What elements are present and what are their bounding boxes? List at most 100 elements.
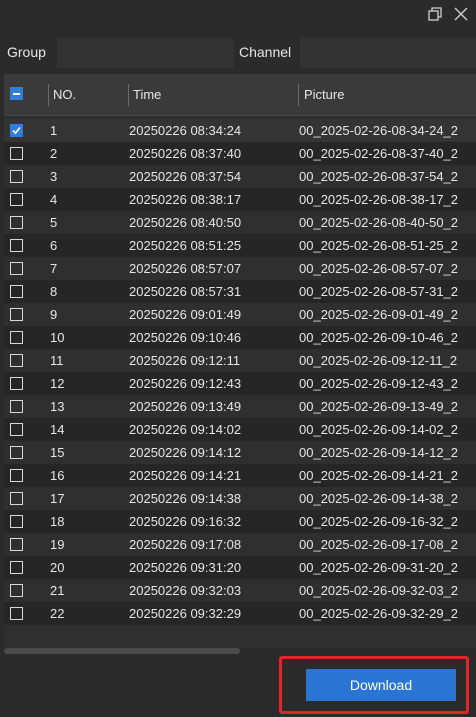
table-row[interactable]: 1 20250226 08:34:24 00_2025-02-26-08-34-24… — [4, 119, 476, 142]
row-checkbox[interactable] — [10, 147, 23, 160]
checkbox-icon — [10, 170, 23, 183]
row-checkbox[interactable] — [10, 239, 23, 252]
download-button[interactable]: Download — [306, 669, 456, 701]
table-row[interactable]: 22 20250226 09:32:29 00_2025-02-26-09-32-2… — [4, 602, 476, 625]
picture-table: NO. Time Picture 1 20250226 08:34:24 00_20… — [4, 74, 476, 654]
cell-no: 16 — [50, 468, 65, 483]
cell-picture: 00_2025-02-26-09-14-12_2 — [299, 445, 459, 460]
column-header-picture[interactable]: Picture — [304, 74, 344, 116]
checkbox-icon — [10, 538, 23, 551]
column-divider[interactable] — [48, 84, 49, 106]
table-row[interactable]: 5 20250226 08:40:50 00_2025-02-26-08-40-50… — [4, 211, 476, 234]
cell-time: 20250226 08:38:17 — [129, 192, 242, 207]
column-header-time[interactable]: Time — [133, 74, 161, 116]
row-checkbox[interactable] — [10, 538, 23, 551]
cell-no: 10 — [50, 330, 65, 345]
table-row[interactable]: 11 20250226 09:12:11 00_2025-02-26-09-12-1… — [4, 349, 476, 372]
row-checkbox[interactable] — [10, 124, 23, 137]
row-checkbox[interactable] — [10, 216, 23, 229]
close-icon[interactable] — [451, 4, 471, 24]
restore-window-icon[interactable] — [425, 4, 445, 24]
cell-picture: 00_2025-02-26-09-32-03_2 — [299, 583, 459, 598]
cell-no: 6 — [50, 238, 58, 253]
row-checkbox[interactable] — [10, 308, 23, 321]
row-checkbox[interactable] — [10, 262, 23, 275]
cell-picture: 00_2025-02-26-09-01-49_2 — [299, 307, 459, 322]
column-header-no[interactable]: NO. — [53, 74, 76, 116]
table-row[interactable]: 17 20250226 09:14:38 00_2025-02-26-09-14-3… — [4, 487, 476, 510]
cell-time: 20250226 08:34:24 — [129, 123, 242, 138]
table-row[interactable]: 12 20250226 09:12:43 00_2025-02-26-09-12-4… — [4, 372, 476, 395]
checkbox-icon — [10, 515, 23, 528]
cell-no: 11 — [50, 353, 64, 368]
row-checkbox[interactable] — [10, 561, 23, 574]
table-row[interactable]: 21 20250226 09:32:03 00_2025-02-26-09-32-0… — [4, 579, 476, 602]
table-header: NO. Time Picture — [4, 74, 476, 116]
channel-input[interactable] — [300, 38, 476, 68]
row-checkbox[interactable] — [10, 446, 23, 459]
group-input[interactable] — [57, 38, 234, 68]
row-checkbox[interactable] — [10, 584, 23, 597]
table-row[interactable]: 14 20250226 09:14:02 00_2025-02-26-09-14-0… — [4, 418, 476, 441]
row-checkbox[interactable] — [10, 607, 23, 620]
cell-picture: 00_2025-02-26-09-12-11_2 — [299, 353, 458, 368]
table-row[interactable]: 4 20250226 08:38:17 00_2025-02-26-08-38-17… — [4, 188, 476, 211]
checkbox-icon — [10, 193, 23, 206]
cell-no: 4 — [50, 192, 58, 207]
checkbox-icon — [10, 584, 23, 597]
table-row[interactable]: 18 20250226 09:16:32 00_2025-02-26-09-16-3… — [4, 510, 476, 533]
column-divider[interactable] — [298, 84, 299, 106]
table-row[interactable]: 3 20250226 08:37:54 00_2025-02-26-08-37-54… — [4, 165, 476, 188]
cell-time: 20250226 09:32:29 — [129, 606, 242, 621]
checkbox-icon — [10, 331, 23, 344]
cell-picture: 00_2025-02-26-09-14-38_2 — [299, 491, 459, 506]
cell-picture: 00_2025-02-26-08-38-17_2 — [299, 192, 459, 207]
cell-picture: 00_2025-02-26-09-17-08_2 — [299, 537, 459, 552]
cell-no: 13 — [50, 399, 65, 414]
row-checkbox[interactable] — [10, 354, 23, 367]
cell-no: 19 — [50, 537, 65, 552]
checkbox-icon — [10, 377, 23, 390]
table-row[interactable]: 19 20250226 09:17:08 00_2025-02-26-09-17-0… — [4, 533, 476, 556]
cell-picture: 00_2025-02-26-09-14-02_2 — [299, 422, 459, 437]
checkbox-icon — [10, 262, 23, 275]
row-checkbox[interactable] — [10, 193, 23, 206]
cell-time: 20250226 08:37:54 — [129, 169, 242, 184]
horizontal-scrollbar[interactable] — [4, 648, 476, 654]
checkbox-icon — [10, 147, 23, 160]
cell-no: 2 — [50, 146, 58, 161]
row-checkbox[interactable] — [10, 285, 23, 298]
cell-picture: 00_2025-02-26-09-31-20_2 — [299, 560, 459, 575]
table-row[interactable]: 6 20250226 08:51:25 00_2025-02-26-08-51-25… — [4, 234, 476, 257]
scrollbar-thumb[interactable] — [4, 648, 240, 654]
table-row[interactable]: 15 20250226 09:14:12 00_2025-02-26-09-14-1… — [4, 441, 476, 464]
table-row[interactable]: 9 20250226 09:01:49 00_2025-02-26-09-01-49… — [4, 303, 476, 326]
table-row[interactable]: 7 20250226 08:57:07 00_2025-02-26-08-57-07… — [4, 257, 476, 280]
row-checkbox[interactable] — [10, 423, 23, 436]
column-divider[interactable] — [128, 84, 129, 106]
row-checkbox[interactable] — [10, 331, 23, 344]
table-row[interactable]: 8 20250226 08:57:31 00_2025-02-26-08-57-31… — [4, 280, 476, 303]
table-row[interactable]: 2 20250226 08:37:40 00_2025-02-26-08-37-40… — [4, 142, 476, 165]
checkbox-icon — [10, 446, 23, 459]
row-checkbox[interactable] — [10, 400, 23, 413]
table-body: 1 20250226 08:34:24 00_2025-02-26-08-34-24… — [4, 119, 476, 625]
table-row[interactable]: 16 20250226 09:14:21 00_2025-02-26-09-14-2… — [4, 464, 476, 487]
cell-no: 1 — [50, 123, 58, 138]
table-row[interactable]: 13 20250226 09:13:49 00_2025-02-26-09-13-4… — [4, 395, 476, 418]
cell-time: 20250226 09:10:46 — [129, 330, 242, 345]
row-checkbox[interactable] — [10, 377, 23, 390]
table-row[interactable]: 20 20250226 09:31:20 00_2025-02-26-09-31-2… — [4, 556, 476, 579]
cell-no: 21 — [50, 583, 65, 598]
cell-time: 20250226 08:57:31 — [129, 284, 242, 299]
row-checkbox[interactable] — [10, 492, 23, 505]
table-row[interactable]: 10 20250226 09:10:46 00_2025-02-26-09-10-4… — [4, 326, 476, 349]
cell-no: 5 — [50, 215, 58, 230]
cell-picture: 00_2025-02-26-09-16-32_2 — [299, 514, 459, 529]
checkbox-icon — [10, 492, 23, 505]
cell-picture: 00_2025-02-26-09-13-49_2 — [299, 399, 459, 414]
cell-no: 7 — [50, 261, 58, 276]
row-checkbox[interactable] — [10, 515, 23, 528]
row-checkbox[interactable] — [10, 170, 23, 183]
row-checkbox[interactable] — [10, 469, 23, 482]
